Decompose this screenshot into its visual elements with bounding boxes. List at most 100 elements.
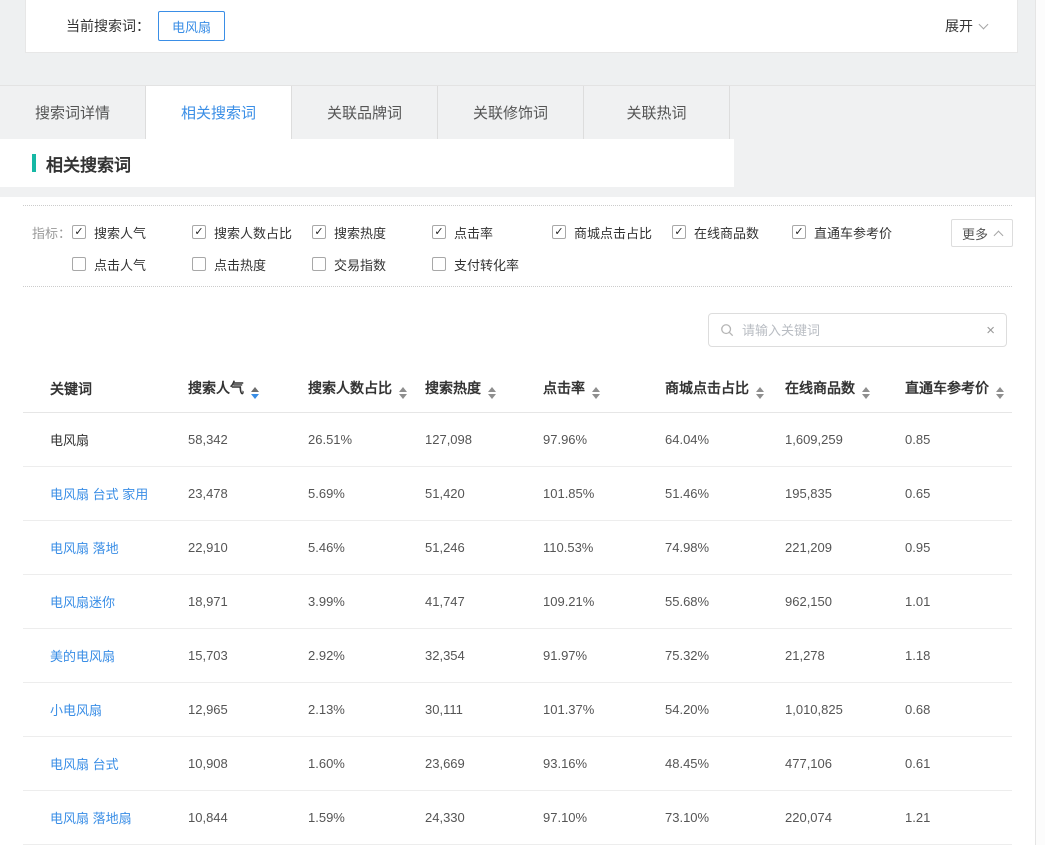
metric-checkbox-item[interactable]: ✓ 点击率 (432, 223, 552, 242)
value-cell: 0.95 (905, 520, 1012, 574)
tab-4[interactable]: 关联热词 (584, 86, 730, 139)
checkbox-checked-icon[interactable]: ✓ (792, 225, 806, 239)
column-header-2[interactable]: 搜索人数占比 (308, 366, 425, 412)
tab-3[interactable]: 关联修饰词 (438, 86, 584, 139)
metric-label[interactable]: 搜索热度 (334, 223, 386, 242)
sort-icon[interactable] (488, 387, 496, 399)
keyword-link[interactable]: 电风扇 落地 (50, 541, 119, 556)
value-cell: 18,971 (188, 574, 308, 628)
value-cell: 51.46% (665, 466, 785, 520)
column-header-6[interactable]: 在线商品数 (785, 366, 905, 412)
keyword-cell: 电风扇迷你 (23, 574, 188, 628)
metric-checkbox-item[interactable]: ✓ 在线商品数 (672, 223, 792, 242)
metric-checkbox-item[interactable]: ✓ 搜索人数占比 (192, 223, 312, 242)
keyword-link[interactable]: 电风扇 台式 (50, 757, 119, 772)
keyword-cell: 电风扇 (23, 412, 188, 466)
section-accent-bar (32, 154, 36, 172)
metric-checkbox-item[interactable]: ✓ 搜索人气 (72, 223, 192, 242)
table-row: 电风扇 台式 家用23,4785.69%51,420101.85%51.46%1… (23, 466, 1012, 520)
value-cell: 10,908 (188, 736, 308, 790)
metric-label[interactable]: 交易指数 (334, 255, 386, 274)
sort-icon[interactable] (399, 387, 407, 399)
column-header-0: 关键词 (23, 366, 188, 412)
metric-checkbox-item[interactable]: 点击热度 (192, 255, 312, 274)
keyword-search-box: × (708, 313, 1007, 347)
current-keyword-button[interactable]: 电风扇 (158, 11, 225, 41)
metric-checkbox-item[interactable]: ✓ 直通车参考价 (792, 223, 912, 242)
expand-toggle[interactable]: 展开 (945, 16, 987, 36)
metrics-filter-block: 指标： ✓搜索人气✓搜索人数占比✓搜索热度✓点击率✓商城点击占比✓在线商品数✓直… (23, 205, 1012, 287)
tab-2[interactable]: 关联品牌词 (292, 86, 438, 139)
metric-label[interactable]: 搜索人气 (94, 223, 146, 242)
value-cell: 32,354 (425, 628, 543, 682)
tab-0[interactable]: 搜索词详情 (0, 86, 146, 139)
value-cell: 5.46% (308, 520, 425, 574)
checkbox-checked-icon[interactable]: ✓ (672, 225, 686, 239)
value-cell: 51,420 (425, 466, 543, 520)
checkbox-checked-icon[interactable]: ✓ (432, 225, 446, 239)
sort-icon[interactable] (756, 387, 764, 399)
metric-checkbox-item[interactable]: 交易指数 (312, 255, 432, 274)
metric-label[interactable]: 直通车参考价 (814, 223, 892, 242)
more-metrics-button[interactable]: 更多 (951, 219, 1013, 247)
checkbox-checked-icon[interactable]: ✓ (552, 225, 566, 239)
metric-label[interactable]: 支付转化率 (454, 255, 519, 274)
metric-label[interactable]: 点击人气 (94, 255, 146, 274)
keyword-link[interactable]: 小电风扇 (50, 703, 102, 718)
checkbox-checked-icon[interactable]: ✓ (312, 225, 326, 239)
value-cell: 5.69% (308, 466, 425, 520)
keyword-cell: 美的电风扇 (23, 628, 188, 682)
metric-label[interactable]: 商城点击占比 (574, 223, 652, 242)
keyword-link[interactable]: 电风扇 落地扇 (50, 811, 132, 826)
scrollbar-track[interactable] (1035, 0, 1045, 845)
tab-1[interactable]: 相关搜索词 (146, 86, 292, 139)
metric-checkbox-item[interactable]: 支付转化率 (432, 255, 552, 274)
checkbox-unchecked-icon[interactable] (192, 257, 206, 271)
column-header-7[interactable]: 直通车参考价 (905, 366, 1012, 412)
column-header-4[interactable]: 点击率 (543, 366, 665, 412)
value-cell: 48.45% (665, 736, 785, 790)
keyword-cell: 电风扇 落地 (23, 520, 188, 574)
keyword-search-input[interactable] (742, 323, 978, 338)
column-header-5[interactable]: 商城点击占比 (665, 366, 785, 412)
value-cell: 41,747 (425, 574, 543, 628)
metric-label[interactable]: 点击热度 (214, 255, 266, 274)
column-label: 直通车参考价 (905, 380, 989, 396)
more-label: 更多 (962, 224, 988, 243)
metric-label[interactable]: 点击率 (454, 223, 493, 242)
table-body: 电风扇58,34226.51%127,09897.96%64.04%1,609,… (23, 412, 1012, 844)
related-keywords-table-wrap: 关键词搜索人气搜索人数占比搜索热度点击率商城点击占比在线商品数直通车参考价 电风… (23, 366, 1012, 845)
keyword-text: 电风扇 (50, 433, 89, 448)
value-cell: 101.85% (543, 466, 665, 520)
value-cell: 3.99% (308, 574, 425, 628)
keyword-link[interactable]: 电风扇 台式 家用 (50, 487, 148, 502)
sort-icon[interactable] (592, 387, 600, 399)
clear-search-icon[interactable]: × (986, 323, 995, 338)
column-header-3[interactable]: 搜索热度 (425, 366, 543, 412)
keyword-link[interactable]: 电风扇迷你 (50, 595, 115, 610)
metric-label[interactable]: 搜索人数占比 (214, 223, 292, 242)
metric-checkbox-item[interactable]: ✓ 搜索热度 (312, 223, 432, 242)
checkbox-checked-icon[interactable]: ✓ (72, 225, 86, 239)
keyword-search-row: × (0, 287, 1035, 366)
value-cell: 1,609,259 (785, 412, 905, 466)
metric-checkbox-item[interactable]: ✓ 商城点击占比 (552, 223, 672, 242)
column-header-1[interactable]: 搜索人气 (188, 366, 308, 412)
sort-icon[interactable] (996, 387, 1004, 399)
value-cell: 30,111 (425, 682, 543, 736)
checkbox-unchecked-icon[interactable] (432, 257, 446, 271)
checkbox-checked-icon[interactable]: ✓ (192, 225, 206, 239)
checkbox-unchecked-icon[interactable] (312, 257, 326, 271)
metric-checkbox-item[interactable]: 点击人气 (72, 255, 192, 274)
keyword-cell: 电风扇 落地扇 (23, 790, 188, 844)
keyword-link[interactable]: 美的电风扇 (50, 649, 115, 664)
expand-label: 展开 (945, 16, 973, 36)
main-panel: 指标： ✓搜索人气✓搜索人数占比✓搜索热度✓点击率✓商城点击占比✓在线商品数✓直… (0, 197, 1035, 845)
sort-icon[interactable] (862, 387, 870, 399)
sort-icon[interactable] (251, 387, 259, 399)
checkbox-unchecked-icon[interactable] (72, 257, 86, 271)
tab-row: 搜索词详情相关搜索词关联品牌词关联修饰词关联热词 (0, 86, 1035, 139)
value-cell: 1.01 (905, 574, 1012, 628)
metric-label[interactable]: 在线商品数 (694, 223, 759, 242)
value-cell: 75.32% (665, 628, 785, 682)
